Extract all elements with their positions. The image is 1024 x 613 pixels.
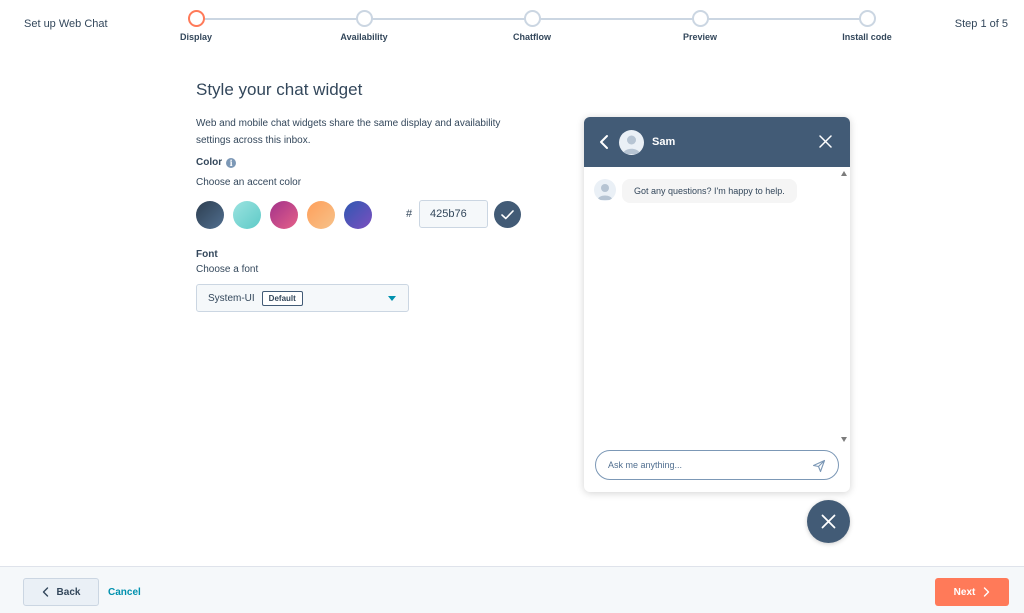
hex-color-input[interactable]: 425b76 <box>419 200 488 228</box>
color-label-text: Color <box>196 157 223 168</box>
default-badge: Default <box>261 290 303 306</box>
message-avatar <box>594 179 616 201</box>
font-select-value: System-UI <box>208 292 255 304</box>
color-hint: Choose an accent color <box>196 177 302 188</box>
wizard-footer: Back Cancel Next <box>0 566 1024 613</box>
agent-name: Sam <box>652 136 676 148</box>
step-circle <box>355 10 373 27</box>
color-swatch[interactable] <box>307 201 335 229</box>
info-icon[interactable]: i <box>226 157 237 168</box>
user-icon <box>597 184 613 200</box>
step-circle <box>523 10 541 27</box>
chat-body: Got any questions? I'm happy to help. <box>584 167 850 442</box>
scroll-down-arrow[interactable] <box>841 437 847 442</box>
step-label: Chatflow <box>513 32 551 42</box>
color-swatch[interactable] <box>344 201 372 229</box>
step-label: Preview <box>682 32 718 42</box>
page-title: Style your chat widget <box>196 80 363 99</box>
chat-input[interactable] <box>595 450 839 480</box>
wizard-header: Set up Web Chat Display Availability Cha… <box>0 0 1024 56</box>
step-circle <box>858 10 876 27</box>
caret-down-icon <box>388 296 396 301</box>
agent-avatar <box>619 129 644 155</box>
back-button[interactable]: Back <box>23 578 99 606</box>
chat-message: Got any questions? I'm happy to help. <box>622 179 797 203</box>
chevron-right-icon <box>984 587 990 597</box>
step-circle <box>187 10 205 27</box>
color-swatch[interactable] <box>270 201 298 229</box>
back-button-label: Back <box>56 586 81 598</box>
next-button[interactable]: Next <box>935 578 1009 606</box>
chat-input-field[interactable] <box>608 460 798 470</box>
step-display[interactable]: Display <box>146 10 246 42</box>
selected-color-swatch[interactable] <box>494 201 521 228</box>
widget-header: Sam <box>584 117 850 167</box>
chat-widget-preview: Sam Got any questions? I'm happy to help… <box>584 117 850 492</box>
scroll-up-arrow[interactable] <box>841 171 847 176</box>
color-swatch[interactable] <box>196 201 224 229</box>
step-label: Availability <box>340 32 388 42</box>
step-circle <box>691 10 709 27</box>
cancel-link[interactable]: Cancel <box>108 587 141 598</box>
step-preview[interactable]: Preview <box>650 10 750 42</box>
chevron-left-icon[interactable] <box>598 134 610 150</box>
user-icon <box>623 135 640 154</box>
checkmark-icon <box>501 209 514 219</box>
page-description: Web and mobile chat widgets share the sa… <box>196 118 501 146</box>
close-icon <box>821 514 836 529</box>
chevron-left-icon <box>42 587 48 597</box>
display-settings-form: Style your chat widget Web and mobile ch… <box>196 80 536 312</box>
hex-prefix: # <box>406 208 413 220</box>
send-icon[interactable] <box>812 459 826 473</box>
step-count: Step 1 of 5 <box>954 18 1008 30</box>
font-label: Font <box>196 249 218 260</box>
step-chatflow[interactable]: Chatflow <box>482 10 582 42</box>
step-label: Display <box>179 32 212 42</box>
step-label: Install code <box>842 32 892 42</box>
next-button-label: Next <box>953 586 976 598</box>
step-availability[interactable]: Availability <box>314 10 414 42</box>
app-title: Set up Web Chat <box>24 18 108 30</box>
font-hint: Choose a font <box>196 264 259 275</box>
close-icon[interactable] <box>819 135 832 148</box>
color-label: Color i <box>196 157 301 168</box>
chat-launcher-button[interactable] <box>807 500 850 543</box>
color-swatch[interactable] <box>233 201 261 229</box>
color-swatches <box>196 201 381 229</box>
step-install-code[interactable]: Install code <box>817 10 917 42</box>
font-select[interactable]: System-UI Default <box>196 284 409 312</box>
